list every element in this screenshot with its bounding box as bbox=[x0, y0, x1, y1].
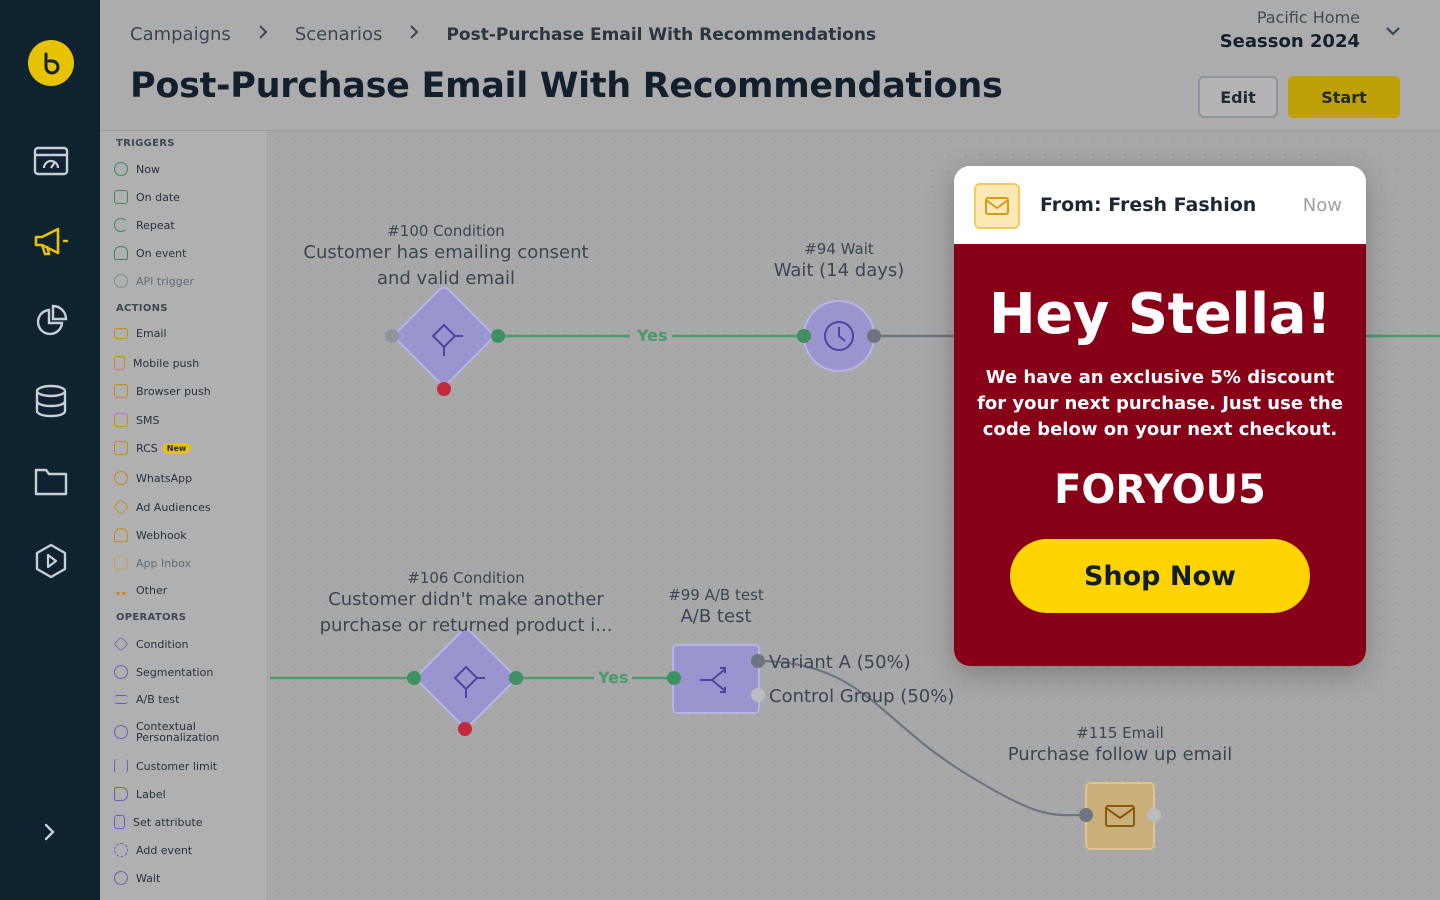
port-no bbox=[437, 382, 451, 396]
email-preview-header: From: Fresh Fashion Now bbox=[954, 166, 1366, 244]
port-control bbox=[751, 688, 765, 702]
ab-test-node-99 bbox=[672, 644, 760, 714]
port-in bbox=[407, 671, 421, 685]
port-in bbox=[1079, 808, 1093, 822]
port-in bbox=[797, 329, 811, 343]
envelope-icon bbox=[974, 183, 1020, 229]
email-preview-body: Hey Stella! We have an exclusive 5% disc… bbox=[954, 244, 1366, 666]
edge-label-yes: Yes bbox=[598, 668, 629, 687]
node-label-99: #99 A/B test A/B test bbox=[668, 586, 764, 627]
node-label-100: #100 Condition Customer has emailing con… bbox=[303, 222, 589, 289]
node-label-106: #106 Condition Customer didn't make anot… bbox=[319, 569, 613, 636]
email-sender: From: Fresh Fashion bbox=[1040, 194, 1257, 216]
port-yes bbox=[491, 329, 505, 343]
discount-code: FORYOU5 bbox=[1054, 467, 1266, 513]
port-in bbox=[667, 671, 681, 685]
email-greeting: Hey Stella! bbox=[988, 282, 1332, 347]
condition-node-100 bbox=[394, 286, 494, 386]
email-preview-popup: From: Fresh Fashion Now Hey Stella! We h… bbox=[954, 166, 1366, 666]
node-label-115: #115 Email Purchase follow up email bbox=[1007, 724, 1233, 765]
condition-node-106 bbox=[416, 628, 516, 728]
port-yes bbox=[509, 671, 523, 685]
port-no bbox=[458, 722, 472, 736]
node-label-94: #94 Wait Wait (14 days) bbox=[773, 240, 905, 281]
edge-label-variant-a: Variant A (50%) bbox=[769, 652, 911, 673]
email-node-115 bbox=[1085, 782, 1155, 850]
port-in bbox=[385, 329, 399, 343]
port-variant-a bbox=[751, 654, 765, 668]
port-out bbox=[867, 329, 881, 343]
port-out bbox=[1147, 808, 1161, 822]
email-time: Now bbox=[1302, 195, 1342, 216]
edge-label-yes: Yes bbox=[637, 326, 668, 345]
shop-now-button[interactable]: Shop Now bbox=[1010, 539, 1310, 613]
edge-label-control-group: Control Group (50%) bbox=[769, 686, 955, 707]
email-message: We have an exclusive 5% discount for you… bbox=[977, 367, 1343, 440]
